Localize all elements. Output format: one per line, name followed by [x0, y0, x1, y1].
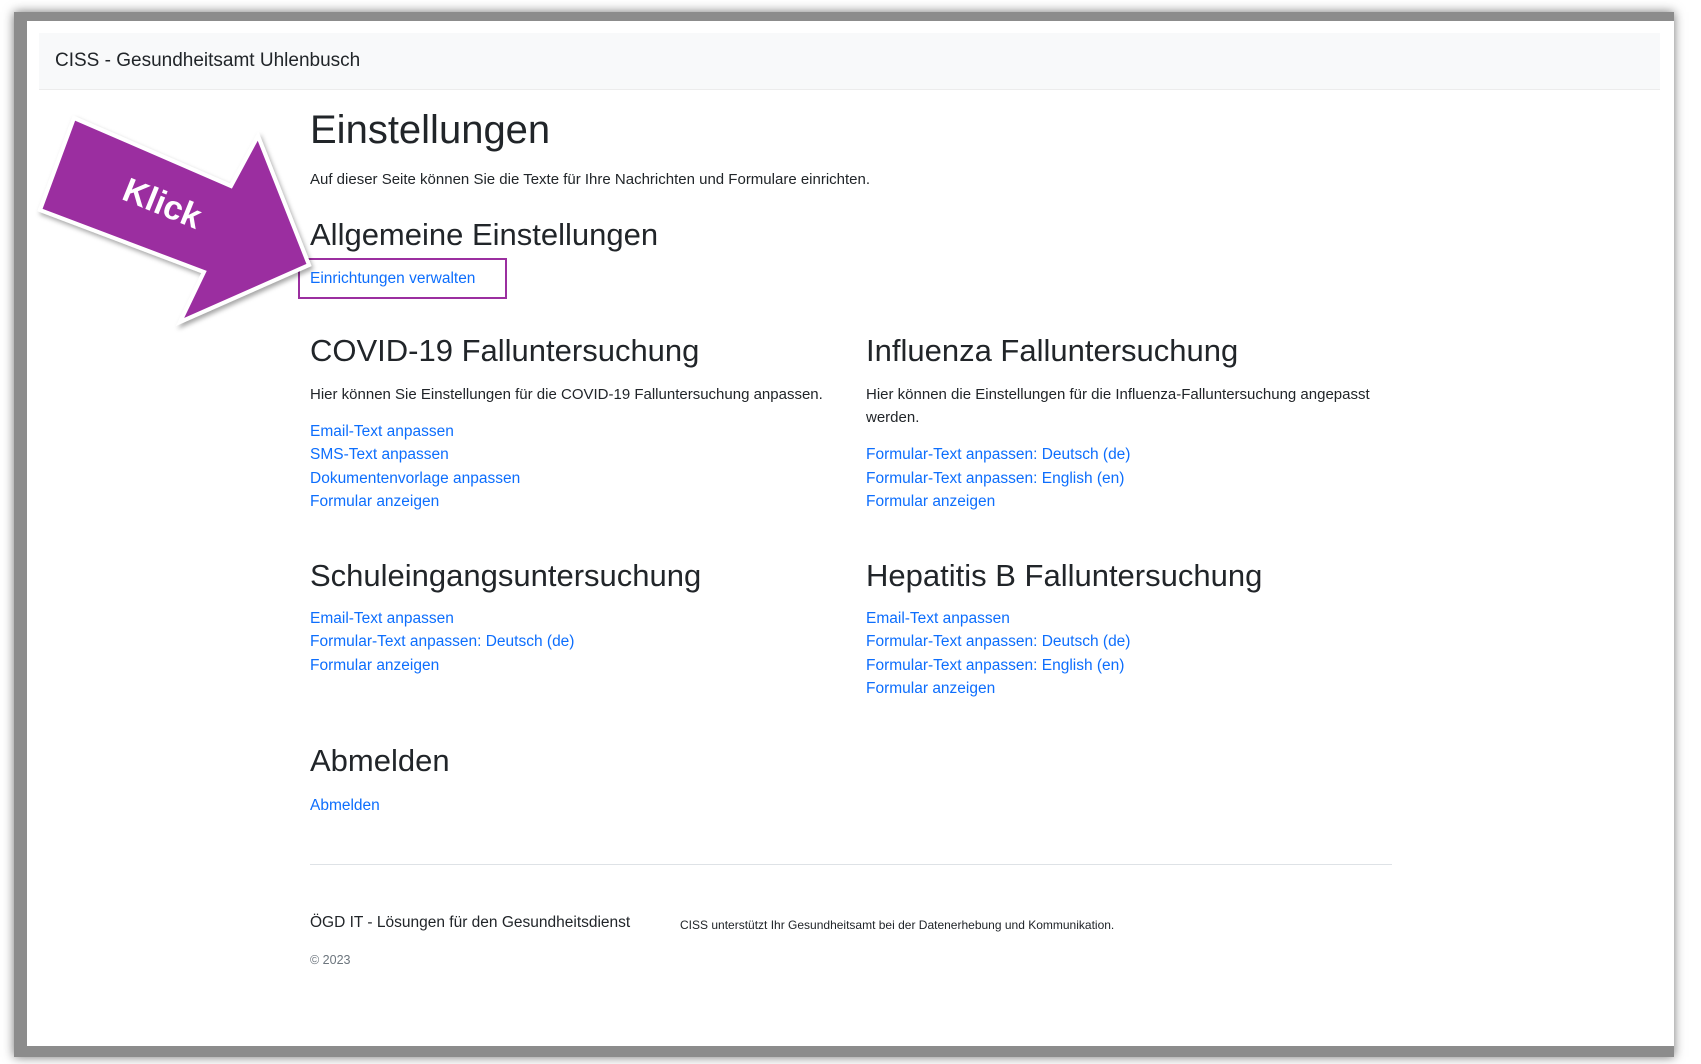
annotation-arrow: Klick	[37, 115, 312, 327]
